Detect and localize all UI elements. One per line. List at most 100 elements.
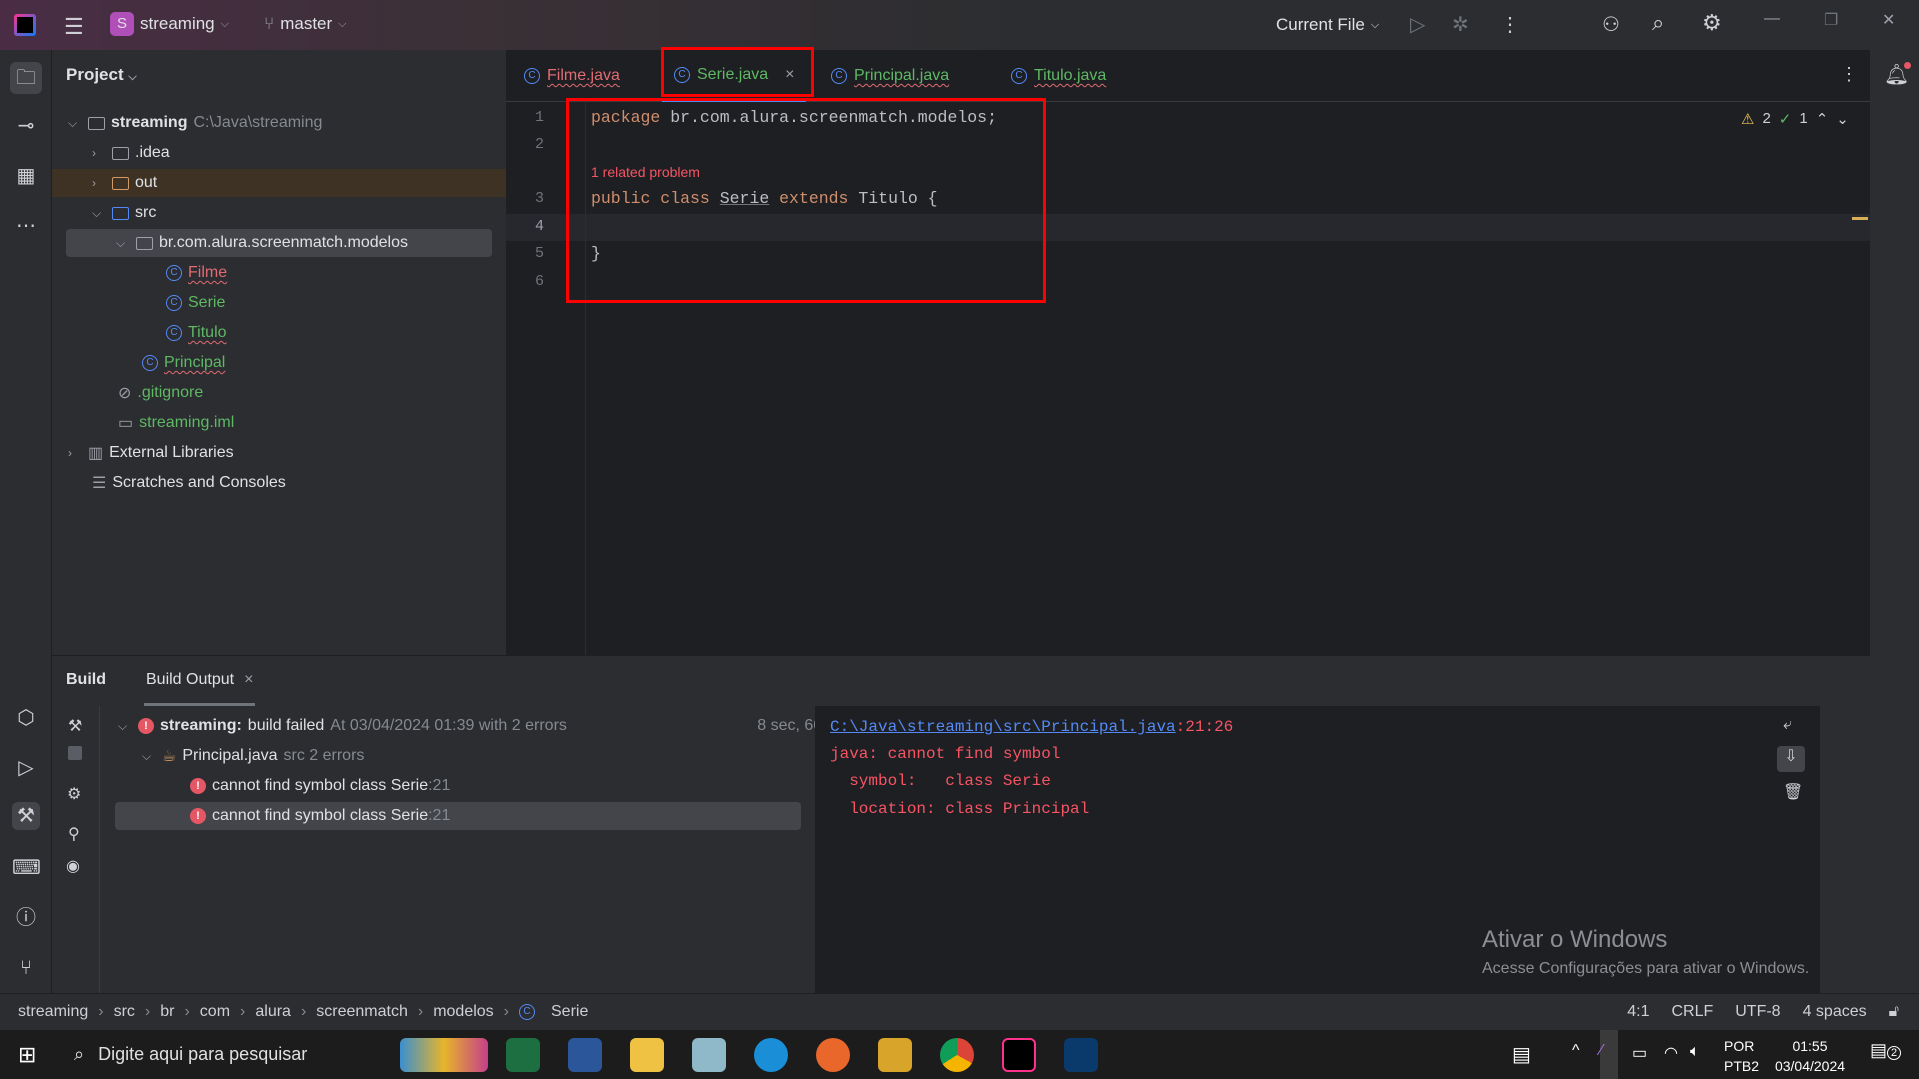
app-icon[interactable]	[692, 1038, 726, 1072]
breadcrumb-item[interactable]: Serie	[551, 1003, 588, 1021]
books-app-icon[interactable]	[400, 1038, 488, 1072]
build-error-row-selected[interactable]: ! cannot find symbol class Serie :21	[115, 802, 801, 830]
eye-icon[interactable]: ◉	[66, 856, 80, 876]
tree-item-titulo[interactable]: C Titulo	[166, 319, 227, 347]
chrome-icon[interactable]	[940, 1038, 974, 1072]
error-icon: !	[190, 808, 206, 824]
search-icon[interactable]: ⌕	[1652, 10, 1664, 36]
search-icon: ⌕	[74, 1044, 85, 1064]
breadcrumb-item[interactable]: com	[200, 1003, 230, 1021]
warning-stripe-marker[interactable]	[1852, 217, 1868, 220]
tree-item-principal[interactable]: C Principal	[142, 349, 225, 377]
services-icon[interactable]: ⬡	[12, 704, 40, 732]
battery-icon[interactable]: ▭	[1632, 1043, 1647, 1063]
breadcrumb-item[interactable]: src	[114, 1003, 135, 1021]
pin-icon[interactable]: ⚲	[68, 824, 80, 844]
settings-icon[interactable]: ⚙	[1702, 10, 1722, 36]
disney-plus-icon[interactable]	[1064, 1038, 1098, 1072]
intellij-taskbar-icon[interactable]	[1002, 1038, 1036, 1072]
add-user-icon[interactable]: ⚇	[1602, 12, 1620, 37]
breadcrumb-item[interactable]: streaming	[18, 1003, 88, 1021]
branch-selector[interactable]: ⑂ master ⌵	[264, 14, 347, 34]
tools-app-icon[interactable]	[878, 1038, 912, 1072]
news-widget-icon[interactable]: ▤	[1512, 1042, 1531, 1067]
more-tools-icon[interactable]: ⋯	[12, 212, 40, 240]
highlight-box-tab	[661, 47, 814, 97]
indent-setting[interactable]: 4 spaces	[1803, 1003, 1867, 1021]
tree-item-src[interactable]: ⌵ src	[92, 199, 156, 227]
project-selector[interactable]: S streaming ⌵	[110, 12, 229, 36]
git-icon[interactable]: ⑂	[12, 954, 40, 982]
tree-item-external-libraries[interactable]: › ▥ External Libraries	[68, 439, 234, 467]
chevron-up-icon[interactable]: ^	[1572, 1042, 1580, 1060]
build-hammer-icon[interactable]: ⚒	[12, 802, 40, 830]
close-tab-icon[interactable]: ×	[244, 671, 253, 703]
clock[interactable]: 01:55 03/04/2024	[1770, 1036, 1850, 1076]
tree-item-serie[interactable]: C Serie	[166, 289, 225, 317]
more-icon[interactable]: ⋮	[1500, 12, 1520, 37]
terminal-icon[interactable]: ⌨	[12, 854, 41, 882]
build-hammer-icon[interactable]: ⚒	[68, 716, 82, 736]
tree-item-gitignore[interactable]: ⊘ .gitignore	[118, 379, 203, 407]
code-editor[interactable]: 1 2 3 4 5 6 package br.com.alura.screenm…	[506, 98, 1870, 655]
breadcrumb-item[interactable]: br	[160, 1003, 174, 1021]
excel-icon[interactable]	[506, 1038, 540, 1072]
tree-item-iml[interactable]: ▭ streaming.iml	[118, 409, 234, 437]
taskbar-search[interactable]: ⌕ Digite aqui para pesquisar	[62, 1030, 392, 1079]
volume-icon[interactable]: 🔈︎	[1690, 1043, 1700, 1061]
run-tool-icon[interactable]: ▷	[12, 754, 40, 782]
notification-center-icon[interactable]: ▤ 2	[1870, 1040, 1902, 1061]
breadcrumb-item[interactable]: alura	[255, 1003, 291, 1021]
commit-icon[interactable]: ⊸	[12, 112, 40, 140]
inspection-widget[interactable]: ⚠ 2 ✓ 1 ⌃ ⌄	[1741, 110, 1849, 128]
language-indicator[interactable]: POR PTB2	[1724, 1036, 1759, 1076]
soft-wrap-icon[interactable]: ⤶	[1783, 716, 1792, 734]
tree-item-filme[interactable]: C Filme	[166, 259, 227, 287]
tree-item-out[interactable]: › out	[52, 169, 506, 197]
tab-titulo-java[interactable]: C Titulo.java	[1011, 50, 1106, 102]
breadcrumb-item[interactable]: modelos	[433, 1003, 493, 1021]
breadcrumb-item[interactable]: screenmatch	[316, 1003, 408, 1021]
lock-open-icon[interactable]: 🔓︎	[1889, 1003, 1899, 1021]
intellij-logo-icon[interactable]	[14, 14, 36, 36]
tree-item-streaming[interactable]: ⌵ streaming C:\Java\streaming	[68, 109, 322, 137]
tabs-more-icon[interactable]: ⋮	[1840, 64, 1858, 85]
windows-start-icon[interactable]: ⊞	[18, 1042, 36, 1068]
tree-item-package[interactable]: ⌵ br.com.alura.screenmatch.modelos	[66, 229, 492, 257]
stop-icon[interactable]	[68, 746, 82, 760]
scroll-to-end-icon[interactable]: ⇩	[1777, 746, 1805, 772]
build-file-row[interactable]: ⌵ ☕︎ Principal.java src 2 errors	[142, 742, 364, 770]
edge-icon[interactable]	[754, 1038, 788, 1072]
tab-filme-java[interactable]: C Filme.java	[524, 50, 620, 102]
run-config-selector[interactable]: Current File ⌵	[1276, 15, 1379, 35]
caret-position[interactable]: 4:1	[1627, 1003, 1649, 1021]
tab-principal-java[interactable]: C Principal.java	[831, 50, 949, 102]
clear-trash-icon[interactable]: 🗑︎	[1783, 782, 1803, 802]
project-folder-icon[interactable]: 🗀	[10, 62, 42, 94]
line-number: 1	[534, 109, 544, 126]
file-encoding[interactable]: UTF-8	[1735, 1003, 1780, 1021]
firefox-icon[interactable]	[816, 1038, 850, 1072]
tree-item-scratches[interactable]: ☰ Scratches and Consoles	[92, 469, 286, 497]
build-root-row[interactable]: ⌵! streaming: build failed At 03/04/2024 …	[118, 712, 848, 740]
settings-icon[interactable]: ⚙	[67, 784, 81, 804]
problems-icon[interactable]: ⓘ	[12, 904, 40, 932]
run-icon[interactable]: ▷	[1410, 12, 1425, 37]
output-file-link[interactable]: C:\Java\streaming\src\Principal.java	[830, 718, 1176, 736]
restore-icon[interactable]: ❐	[1824, 10, 1838, 30]
word-icon[interactable]	[568, 1038, 602, 1072]
tray-feather-icon[interactable]: ∕	[1600, 1030, 1618, 1079]
minimize-icon[interactable]: —	[1764, 10, 1780, 28]
build-error-row[interactable]: ! cannot find symbol class Serie :21	[190, 772, 450, 800]
file-explorer-icon[interactable]	[630, 1038, 664, 1072]
tree-item-idea[interactable]: › .idea	[92, 139, 170, 167]
structure-icon[interactable]: ▦	[12, 162, 40, 190]
project-panel-title[interactable]: Project ⌵	[66, 65, 137, 85]
main-menu-icon[interactable]: ☰	[64, 14, 84, 40]
line-separator[interactable]: CRLF	[1671, 1003, 1713, 1021]
wifi-icon[interactable]: ◠	[1664, 1043, 1678, 1063]
debug-icon[interactable]: ✲	[1452, 12, 1469, 37]
notifications-bell-icon[interactable]: 🔔︎	[1884, 62, 1912, 87]
close-window-icon[interactable]: ✕	[1882, 10, 1895, 30]
tab-build-output[interactable]: Build Output ×	[144, 656, 256, 706]
